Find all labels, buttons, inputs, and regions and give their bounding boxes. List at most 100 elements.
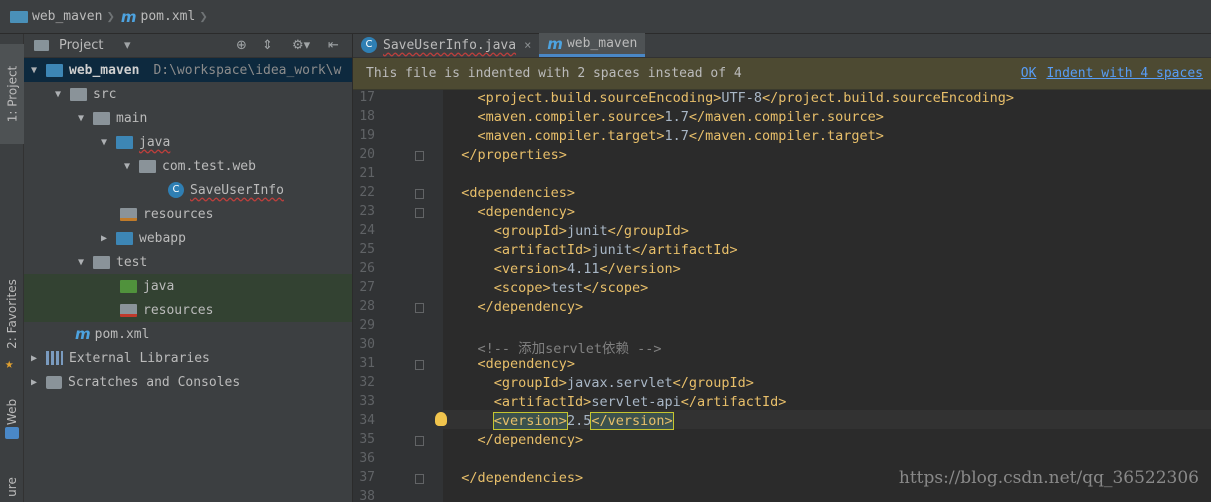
favorites-tool-tab[interactable]: 2: Favorites bbox=[0, 264, 24, 364]
structure-tool-tab-label: ure bbox=[4, 477, 19, 497]
tree-item-com-test-web[interactable]: ▼ com.test.web bbox=[24, 154, 352, 178]
expand-arrow-icon: ▼ bbox=[123, 160, 131, 172]
structure-tool-tab[interactable]: ure bbox=[0, 472, 24, 502]
folder-icon bbox=[93, 255, 110, 269]
favorites-tool-tab-label: 2: Favorites bbox=[5, 279, 20, 349]
maven-icon: m bbox=[547, 34, 563, 53]
fold-marker-icon[interactable] bbox=[415, 189, 424, 199]
project-tool-tab-label: 1: Project bbox=[5, 65, 19, 123]
tree-item-external-libraries[interactable]: ▶ External Libraries bbox=[24, 346, 352, 370]
expand-arrow-icon: ▼ bbox=[100, 136, 108, 148]
libraries-icon bbox=[46, 351, 63, 365]
gear-icon[interactable]: ⚙▾ bbox=[292, 38, 310, 53]
tree-item-label: Scratches and Consoles bbox=[68, 374, 241, 390]
code-line: <artifactId>junit</artifactId> bbox=[493, 242, 738, 258]
project-panel-toolbar: Project ▾ ⊕ ⇕ ⚙▾ ⇤ bbox=[24, 34, 352, 58]
close-icon[interactable]: × bbox=[524, 38, 531, 52]
maven-icon: m bbox=[120, 7, 137, 26]
notification-text: This file is indented with 2 spaces inst… bbox=[366, 66, 742, 81]
code-view[interactable]: 17 <project.build.sourceEncoding>UTF-8</… bbox=[353, 90, 1211, 502]
module-folder-icon bbox=[46, 63, 63, 77]
breadcrumb-file-label: pom.xml bbox=[140, 9, 196, 24]
line-number: 38 bbox=[359, 489, 375, 502]
code-line: </properties> bbox=[461, 147, 567, 163]
module-folder-icon bbox=[10, 10, 28, 23]
code-line: <maven.compiler.source>1.7</maven.compil… bbox=[477, 109, 884, 125]
tab-saveuserinfo[interactable]: C SaveUserInfo.java × bbox=[353, 33, 539, 57]
code-line: </dependencies> bbox=[461, 470, 584, 486]
tree-item-webapp[interactable]: ▶ webapp bbox=[24, 226, 352, 250]
line-number: 28 bbox=[359, 299, 375, 314]
lightbulb-icon[interactable] bbox=[435, 412, 447, 426]
tab-web-maven[interactable]: m web_maven bbox=[539, 33, 646, 57]
breadcrumb-file[interactable]: m pom.xml ❯ bbox=[121, 8, 214, 26]
tree-item-java[interactable]: ▼ java bbox=[24, 130, 352, 154]
expand-arrow-icon: ▼ bbox=[77, 112, 85, 124]
chevron-down-icon[interactable]: ▾ bbox=[124, 38, 131, 53]
tree-item-label: main bbox=[116, 110, 148, 126]
tree-item-test-java[interactable]: java bbox=[24, 274, 352, 298]
collapse-arrow-icon: ▶ bbox=[100, 232, 108, 244]
line-number: 31 bbox=[359, 356, 375, 371]
line-number: 22 bbox=[359, 185, 375, 200]
project-view-selector[interactable]: Project bbox=[59, 38, 103, 53]
fold-marker-icon[interactable] bbox=[415, 436, 424, 446]
project-tool-tab[interactable]: 1: Project bbox=[0, 44, 24, 144]
code-line: <artifactId>servlet-api</artifactId> bbox=[493, 394, 787, 410]
collapse-all-icon[interactable]: ⇕ bbox=[262, 38, 273, 53]
code-line: </dependency> bbox=[477, 432, 584, 448]
chevron-right-icon: ❯ bbox=[106, 8, 115, 25]
collapse-arrow-icon: ▶ bbox=[30, 352, 38, 364]
class-icon: C bbox=[168, 182, 184, 198]
tree-item-main[interactable]: ▼ main bbox=[24, 106, 352, 130]
tree-item-label: External Libraries bbox=[69, 350, 210, 366]
line-number: 25 bbox=[359, 242, 375, 257]
package-icon bbox=[139, 159, 156, 173]
tree-item-label: java bbox=[143, 278, 175, 294]
tree-item-label: resources bbox=[143, 206, 214, 222]
line-number: 19 bbox=[359, 128, 375, 143]
web-tool-tab[interactable]: Web bbox=[0, 392, 24, 432]
folder-icon bbox=[93, 111, 110, 125]
locate-icon[interactable]: ⊕ bbox=[236, 38, 247, 53]
tree-item-label: SaveUserInfo bbox=[190, 182, 284, 198]
tree-item-label: java bbox=[139, 134, 171, 150]
line-number: 20 bbox=[359, 147, 375, 162]
code-line: <groupId>javax.servlet</groupId> bbox=[493, 375, 754, 391]
breadcrumb-project[interactable]: web_maven ❯ bbox=[10, 9, 121, 25]
line-number: 18 bbox=[359, 109, 375, 124]
indent-with-4-spaces-link[interactable]: Indent with 4 spaces bbox=[1046, 66, 1203, 81]
tab-label: web_maven bbox=[566, 36, 638, 51]
project-panel: Project ▾ ⊕ ⇕ ⚙▾ ⇤ ▼ web_maven D:\worksp… bbox=[24, 34, 352, 502]
tree-item-label: webapp bbox=[139, 230, 186, 246]
tree-item-resources[interactable]: resources bbox=[24, 202, 352, 226]
tree-item-test[interactable]: ▼ test bbox=[24, 250, 352, 274]
folder-icon bbox=[70, 87, 87, 101]
scratches-icon bbox=[46, 375, 62, 389]
ok-link[interactable]: OK bbox=[1021, 66, 1037, 81]
web-folder-icon bbox=[116, 231, 133, 245]
code-line: <project.build.sourceEncoding>UTF-8</pro… bbox=[477, 90, 1014, 106]
tree-item-test-resources[interactable]: resources bbox=[24, 298, 352, 322]
code-line: <!-- 添加servlet依赖 --> bbox=[445, 341, 662, 357]
project-tree: ▼ web_maven D:\workspace\idea_work\w ▼ s… bbox=[24, 58, 352, 394]
collapse-arrow-icon: ▶ bbox=[30, 376, 38, 388]
fold-marker-icon[interactable] bbox=[415, 151, 424, 161]
web-tool-tab-label: Web bbox=[5, 398, 20, 426]
fold-marker-icon[interactable] bbox=[415, 474, 424, 484]
tree-item-label: com.test.web bbox=[162, 158, 256, 174]
fold-marker-icon[interactable] bbox=[415, 208, 424, 218]
tree-item-src[interactable]: ▼ src bbox=[24, 82, 352, 106]
line-number: 30 bbox=[359, 337, 375, 352]
fold-marker-icon[interactable] bbox=[415, 303, 424, 313]
line-number: 32 bbox=[359, 375, 375, 390]
tree-item-pom[interactable]: m pom.xml bbox=[24, 322, 352, 346]
hide-panel-icon[interactable]: ⇤ bbox=[328, 38, 339, 53]
tree-item-saveuserinfo[interactable]: C SaveUserInfo bbox=[24, 178, 352, 202]
line-number: 36 bbox=[359, 451, 375, 466]
tree-item-web-maven[interactable]: ▼ web_maven D:\workspace\idea_work\w bbox=[24, 58, 352, 82]
test-resources-folder-icon bbox=[120, 303, 137, 317]
fold-marker-icon[interactable] bbox=[415, 360, 424, 370]
tree-item-scratches[interactable]: ▶ Scratches and Consoles bbox=[24, 370, 352, 394]
source-folder-icon bbox=[116, 135, 133, 149]
